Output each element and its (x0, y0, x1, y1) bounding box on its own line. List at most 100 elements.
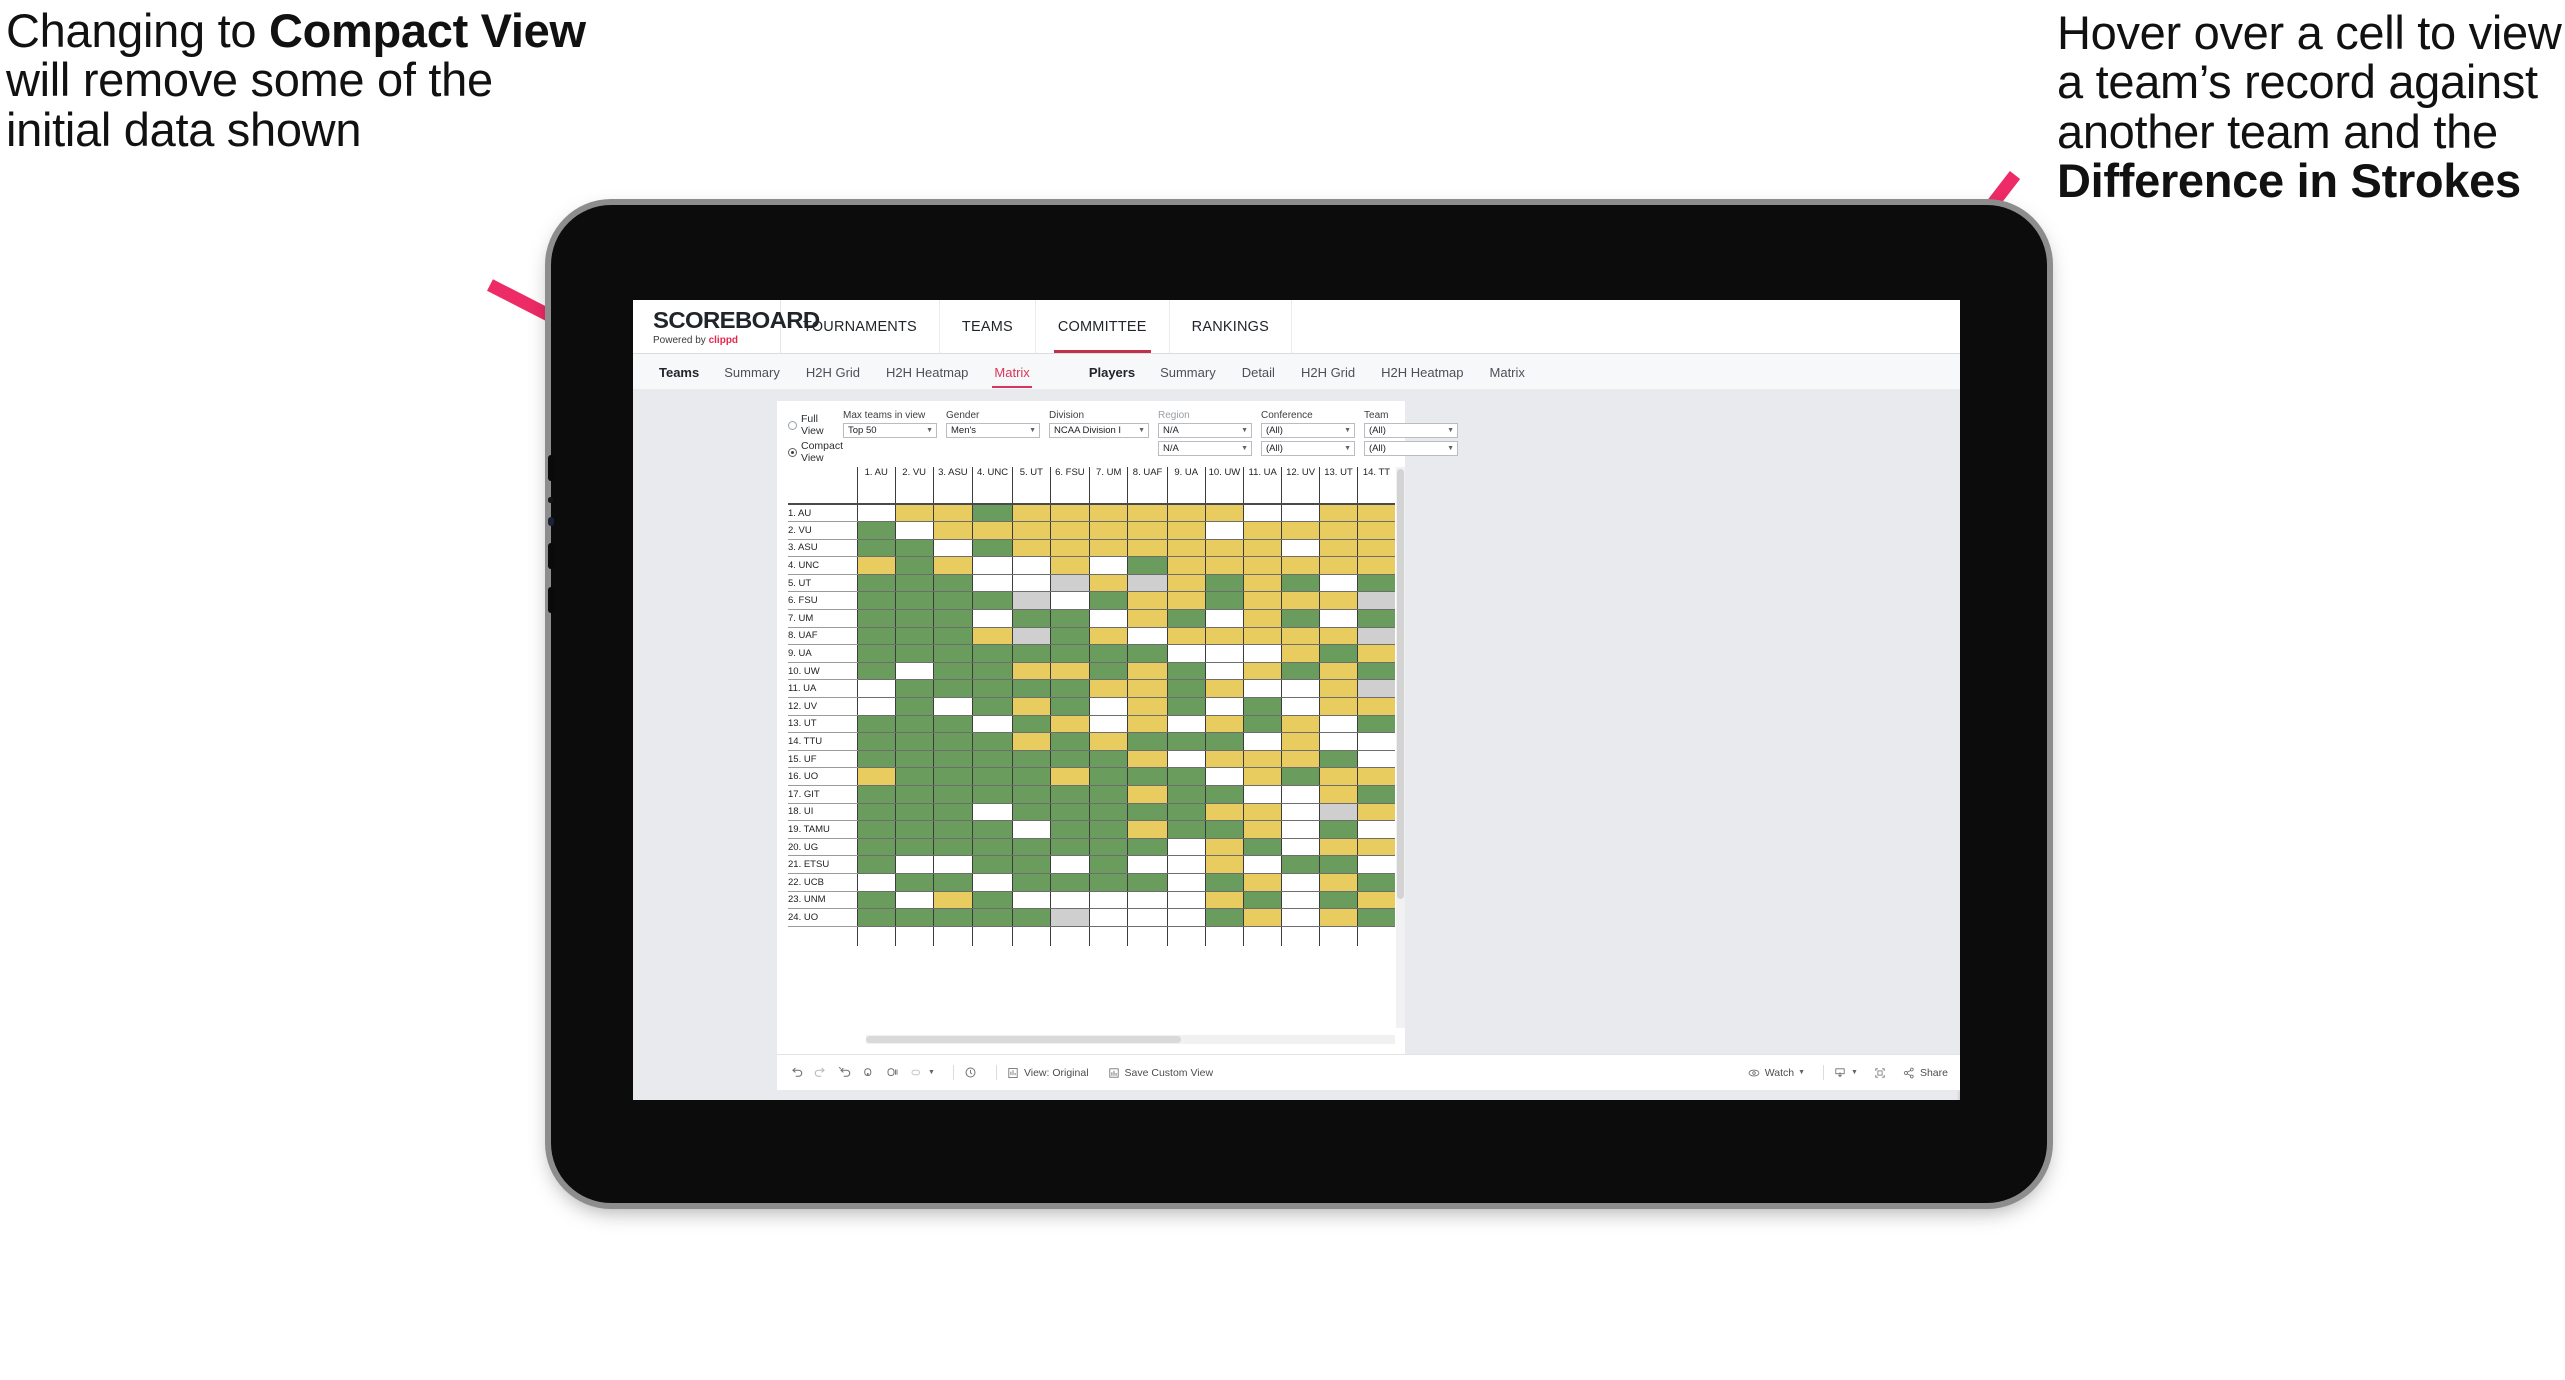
h2h-matrix-cell[interactable] (1243, 539, 1282, 558)
h2h-matrix-cell[interactable] (894, 767, 934, 786)
h2h-matrix-cell[interactable] (1089, 644, 1128, 663)
filter-team-select-1[interactable]: (All) ▼ (1364, 423, 1459, 438)
h2h-matrix-cell[interactable] (1319, 644, 1358, 663)
h2h-matrix-cell[interactable] (1356, 908, 1395, 927)
h2h-matrix-cell[interactable] (1356, 767, 1395, 786)
h2h-matrix-cell[interactable] (1204, 715, 1244, 734)
h2h-matrix-cell[interactable] (1356, 855, 1395, 874)
h2h-matrix-cell[interactable] (1204, 697, 1244, 716)
subnav-players-h2h-grid[interactable]: H2H Grid (1288, 365, 1368, 380)
subnav-teams-summary[interactable]: Summary (711, 365, 793, 380)
subnav-teams-matrix[interactable]: Matrix (981, 365, 1042, 388)
h2h-matrix-cell[interactable] (1356, 627, 1395, 646)
h2h-matrix-cell[interactable] (1281, 820, 1320, 839)
h2h-matrix-cell[interactable] (1243, 855, 1282, 874)
h2h-matrix-cell[interactable] (1356, 715, 1395, 734)
h2h-matrix-cell[interactable] (1089, 855, 1128, 874)
h2h-matrix-cell[interactable] (1089, 732, 1128, 751)
tablet-button-top[interactable] (548, 455, 555, 481)
h2h-matrix-cell[interactable] (1127, 609, 1168, 628)
h2h-matrix-cell[interactable] (1011, 609, 1051, 628)
h2h-matrix-cell[interactable] (1049, 662, 1090, 681)
h2h-matrix-cell[interactable] (972, 732, 1013, 751)
h2h-matrix-cell[interactable] (1011, 556, 1051, 575)
h2h-matrix-cell[interactable] (856, 697, 896, 716)
h2h-matrix-cell[interactable] (1204, 908, 1244, 927)
h2h-matrix-cell[interactable] (1011, 521, 1051, 540)
h2h-matrix-cell[interactable] (894, 644, 934, 663)
h2h-matrix-cell[interactable] (972, 891, 1013, 910)
h2h-matrix-cell[interactable] (972, 820, 1013, 839)
h2h-matrix-cell[interactable] (1243, 820, 1282, 839)
h2h-matrix-cell[interactable] (1281, 539, 1320, 558)
h2h-matrix-cell[interactable] (1127, 697, 1168, 716)
highlight-button[interactable]: ▼ (909, 1065, 935, 1080)
h2h-matrix-cell[interactable] (1166, 908, 1206, 927)
h2h-matrix-cell[interactable] (1243, 644, 1282, 663)
h2h-matrix-cell[interactable] (932, 591, 973, 611)
h2h-matrix-cell[interactable] (1243, 504, 1282, 523)
h2h-matrix-cell[interactable] (1089, 574, 1128, 593)
h2h-matrix-cell[interactable] (1049, 820, 1090, 839)
h2h-matrix-cell[interactable] (1243, 591, 1282, 611)
h2h-matrix-cell[interactable] (1011, 750, 1051, 769)
h2h-matrix-cell[interactable] (1049, 591, 1090, 611)
share-button[interactable]: Share (1902, 1066, 1948, 1080)
h2h-matrix-cell[interactable] (1243, 627, 1282, 646)
h2h-matrix-cell[interactable] (1319, 697, 1358, 716)
h2h-matrix-cell[interactable] (1166, 820, 1206, 839)
h2h-matrix-cell[interactable] (1089, 715, 1128, 734)
h2h-matrix-cell[interactable] (1281, 855, 1320, 874)
h2h-matrix-cell[interactable] (1049, 750, 1090, 769)
h2h-matrix-cell[interactable] (1127, 627, 1168, 646)
filter-region-select-2[interactable]: N/A ▼ (1158, 441, 1253, 456)
nav-tab-tournaments[interactable]: TOURNAMENTS (781, 300, 940, 353)
h2h-matrix-cell[interactable] (932, 662, 973, 681)
h2h-matrix-cell[interactable] (1166, 785, 1206, 804)
h2h-matrix-cell[interactable] (1166, 891, 1206, 910)
h2h-matrix-cell[interactable] (1127, 785, 1168, 804)
h2h-matrix-cell[interactable] (1011, 662, 1051, 681)
h2h-matrix-cell[interactable] (1049, 838, 1090, 857)
h2h-matrix-cell[interactable] (972, 767, 1013, 786)
h2h-matrix-cell[interactable] (1356, 679, 1395, 699)
h2h-matrix-cell[interactable] (1243, 697, 1282, 716)
h2h-matrix-cell[interactable] (856, 732, 896, 751)
h2h-matrix-cell[interactable] (1011, 697, 1051, 716)
filter-division-select[interactable]: NCAA Division I ▼ (1049, 423, 1150, 438)
h2h-matrix-cell[interactable] (972, 644, 1013, 663)
h2h-matrix-cell[interactable] (1127, 539, 1168, 558)
h2h-matrix-cell[interactable] (1319, 767, 1358, 786)
h2h-matrix-cell[interactable] (1204, 891, 1244, 910)
h2h-matrix-cell[interactable] (1127, 838, 1168, 857)
filter-team-select-2[interactable]: (All) ▼ (1364, 441, 1459, 456)
subnav-players-summary[interactable]: Summary (1147, 365, 1229, 380)
h2h-matrix-cell[interactable] (1011, 838, 1051, 857)
h2h-matrix-cell[interactable] (1089, 908, 1128, 927)
h2h-matrix-cell[interactable] (894, 732, 934, 751)
h2h-matrix-cell[interactable] (1011, 627, 1051, 646)
h2h-matrix-cell[interactable] (932, 891, 973, 910)
h2h-matrix-cell[interactable] (1281, 504, 1320, 523)
h2h-matrix-cell[interactable] (856, 609, 896, 628)
h2h-matrix-cell[interactable] (1049, 908, 1090, 927)
h2h-matrix-cell[interactable] (1281, 627, 1320, 646)
h2h-matrix-cell[interactable] (932, 521, 973, 540)
h2h-matrix-cell[interactable] (972, 591, 1013, 611)
h2h-matrix-cell[interactable] (932, 908, 973, 927)
h2h-matrix-cell[interactable] (894, 609, 934, 628)
h2h-matrix-cell[interactable] (1356, 591, 1395, 611)
h2h-matrix-cell[interactable] (972, 873, 1013, 892)
h2h-matrix-cell[interactable] (856, 662, 896, 681)
h2h-matrix-cell[interactable] (1281, 521, 1320, 540)
h2h-matrix-cell[interactable] (1356, 574, 1395, 593)
h2h-matrix-cell[interactable] (1166, 627, 1206, 646)
matrix-vertical-scrollbar[interactable] (1396, 467, 1405, 1028)
pause-updates-button[interactable] (963, 1065, 978, 1080)
h2h-matrix-cell[interactable] (1204, 803, 1244, 822)
h2h-matrix-cell[interactable] (1166, 574, 1206, 593)
h2h-matrix-cell[interactable] (1204, 644, 1244, 663)
h2h-matrix-cell[interactable] (972, 521, 1013, 540)
h2h-matrix-cell[interactable] (972, 750, 1013, 769)
h2h-matrix-cell[interactable] (1011, 873, 1051, 892)
